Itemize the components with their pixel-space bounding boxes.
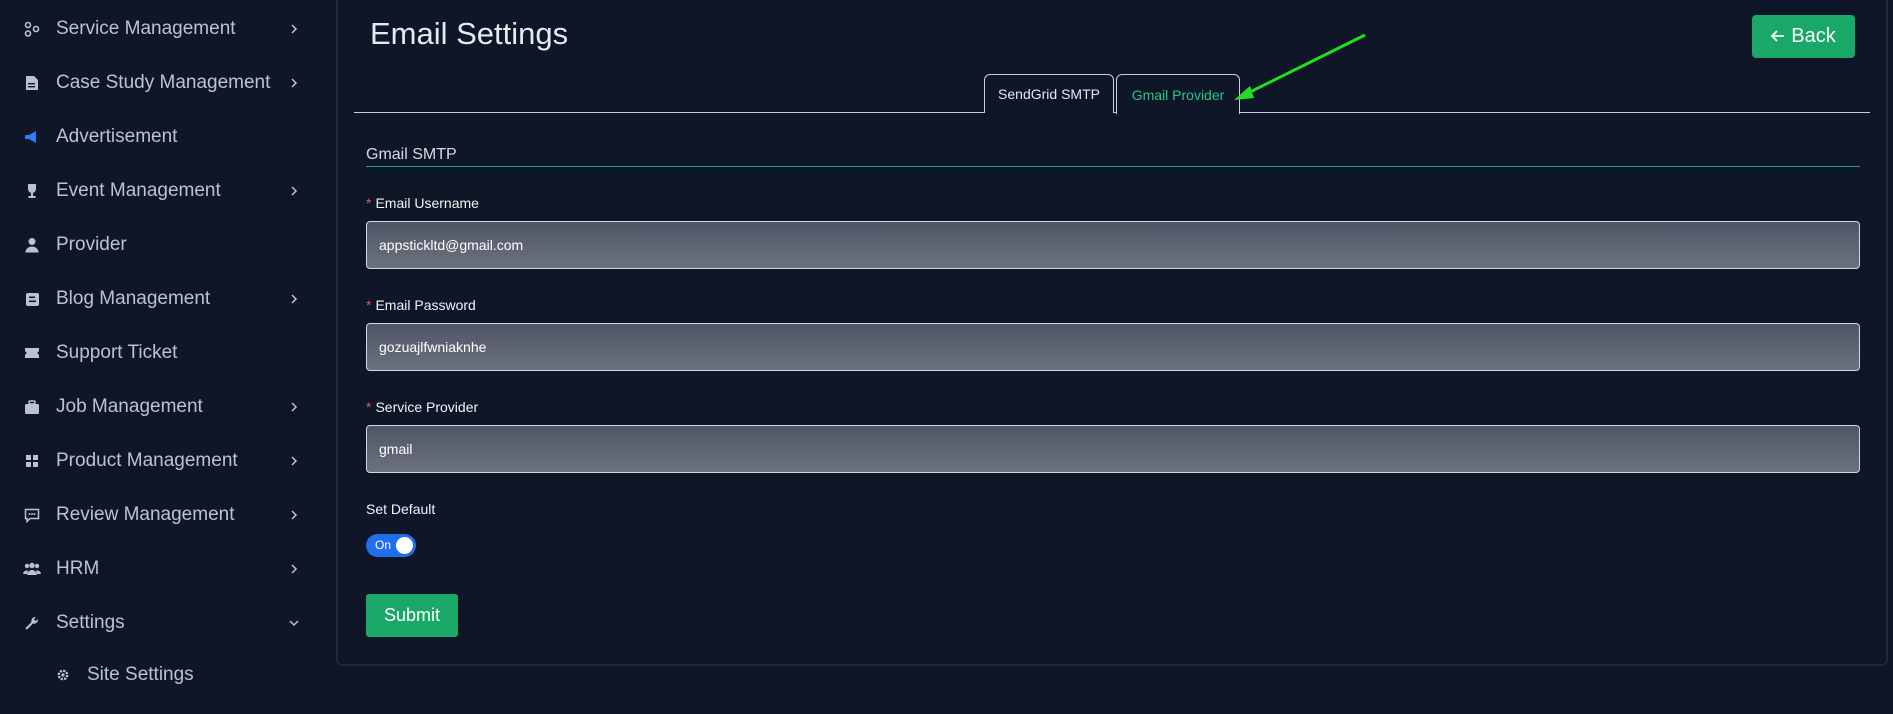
sidebar-item-label: Settings [56, 612, 125, 633]
wrench-icon [23, 614, 41, 632]
chevron-right-icon [286, 21, 302, 37]
back-button-label: Back [1791, 25, 1836, 47]
service-provider-label: * Service Provider [366, 399, 478, 415]
sidebar-item-label: Case Study Management [56, 72, 271, 93]
chevron-right-icon [286, 453, 302, 469]
megaphone-icon [23, 128, 41, 146]
document-icon [23, 74, 41, 92]
service-icon [23, 20, 41, 38]
chevron-right-icon [286, 75, 302, 91]
sidebar-item-label: Advertisement [56, 126, 178, 147]
user-icon [23, 236, 41, 254]
chevron-right-icon [286, 291, 302, 307]
set-default-label: Set Default [366, 501, 436, 517]
page-title: Email Settings [370, 16, 569, 51]
tab-label: SendGrid SMTP [998, 86, 1100, 102]
briefcase-icon [23, 398, 41, 416]
email-username-input[interactable] [366, 221, 1860, 269]
email-username-label: * Email Username [366, 195, 479, 211]
sidebar-item-label: Service Management [56, 18, 236, 39]
service-provider-input[interactable] [366, 425, 1860, 473]
chevron-right-icon [286, 183, 302, 199]
sidebar-item-job-management[interactable]: Job Management [0, 387, 320, 427]
sidebar-item-label: Product Management [56, 450, 238, 471]
sidebar-item-settings[interactable]: Settings [0, 603, 320, 643]
sidebar-item-label: Site Settings [87, 664, 194, 685]
sidebar-item-label: Blog Management [56, 288, 211, 309]
service-provider-label-text: Service Provider [375, 399, 479, 415]
sidebar-item-provider[interactable]: Provider [0, 225, 320, 265]
submit-button[interactable]: Submit [366, 594, 458, 637]
trophy-icon [23, 182, 41, 200]
sidebar-subitem-site-settings[interactable]: Site Settings [0, 655, 320, 695]
grid-icon [23, 452, 41, 470]
section-divider [366, 166, 1860, 167]
sidebar-item-case-study-management[interactable]: Case Study Management [0, 63, 320, 103]
ticket-icon [23, 344, 41, 362]
sidebar-item-hrm[interactable]: HRM [0, 549, 320, 589]
sidebar-item-blog-management[interactable]: Blog Management [0, 279, 320, 319]
sidebar-item-advertisement[interactable]: Advertisement [0, 117, 320, 157]
toggle-knob [396, 537, 413, 554]
chevron-right-icon [286, 399, 302, 415]
app-root: Service Management Case Study Management… [0, 0, 1893, 714]
sidebar-item-label: Job Management [56, 396, 203, 417]
required-asterisk: * [366, 195, 372, 211]
chevron-right-icon [286, 561, 302, 577]
review-icon [23, 506, 41, 524]
tab-gmail-provider[interactable]: Gmail Provider [1116, 74, 1240, 114]
email-username-label-text: Email Username [375, 195, 479, 211]
sidebar-item-label: Support Ticket [56, 342, 178, 363]
sidebar-item-label: HRM [56, 558, 100, 579]
set-default-toggle[interactable]: On [366, 534, 416, 557]
email-password-label: * Email Password [366, 297, 476, 313]
sidebar-item-support-ticket[interactable]: Support Ticket [0, 333, 320, 373]
sidebar-item-label: Event Management [56, 180, 221, 201]
sidebar-item-product-management[interactable]: Product Management [0, 441, 320, 481]
chevron-down-icon [286, 615, 302, 631]
sidebar-item-review-management[interactable]: Review Management [0, 495, 320, 535]
gear-icon [54, 666, 72, 684]
email-password-label-text: Email Password [375, 297, 476, 313]
sidebar-item-event-management[interactable]: Event Management [0, 171, 320, 211]
tab-label: Gmail Provider [1131, 86, 1225, 103]
tab-sendgrid-smtp[interactable]: SendGrid SMTP [984, 74, 1114, 113]
arrow-left-icon [1770, 25, 1785, 48]
chevron-right-icon [286, 507, 302, 523]
sidebar-item-service-management[interactable]: Service Management [0, 9, 320, 49]
required-asterisk: * [366, 399, 372, 415]
toggle-state-text: On [375, 538, 392, 552]
people-icon [23, 560, 41, 578]
email-password-input[interactable] [366, 323, 1860, 371]
required-asterisk: * [366, 297, 372, 313]
section-title: Gmail SMTP [366, 146, 457, 163]
back-button[interactable]: Back [1752, 15, 1855, 58]
sidebar: Service Management Case Study Management… [0, 0, 330, 714]
annotation-arrow-icon [1234, 33, 1366, 100]
blog-icon [23, 290, 41, 308]
sidebar-item-label: Review Management [56, 504, 235, 525]
sidebar-item-label: Provider [56, 234, 127, 255]
